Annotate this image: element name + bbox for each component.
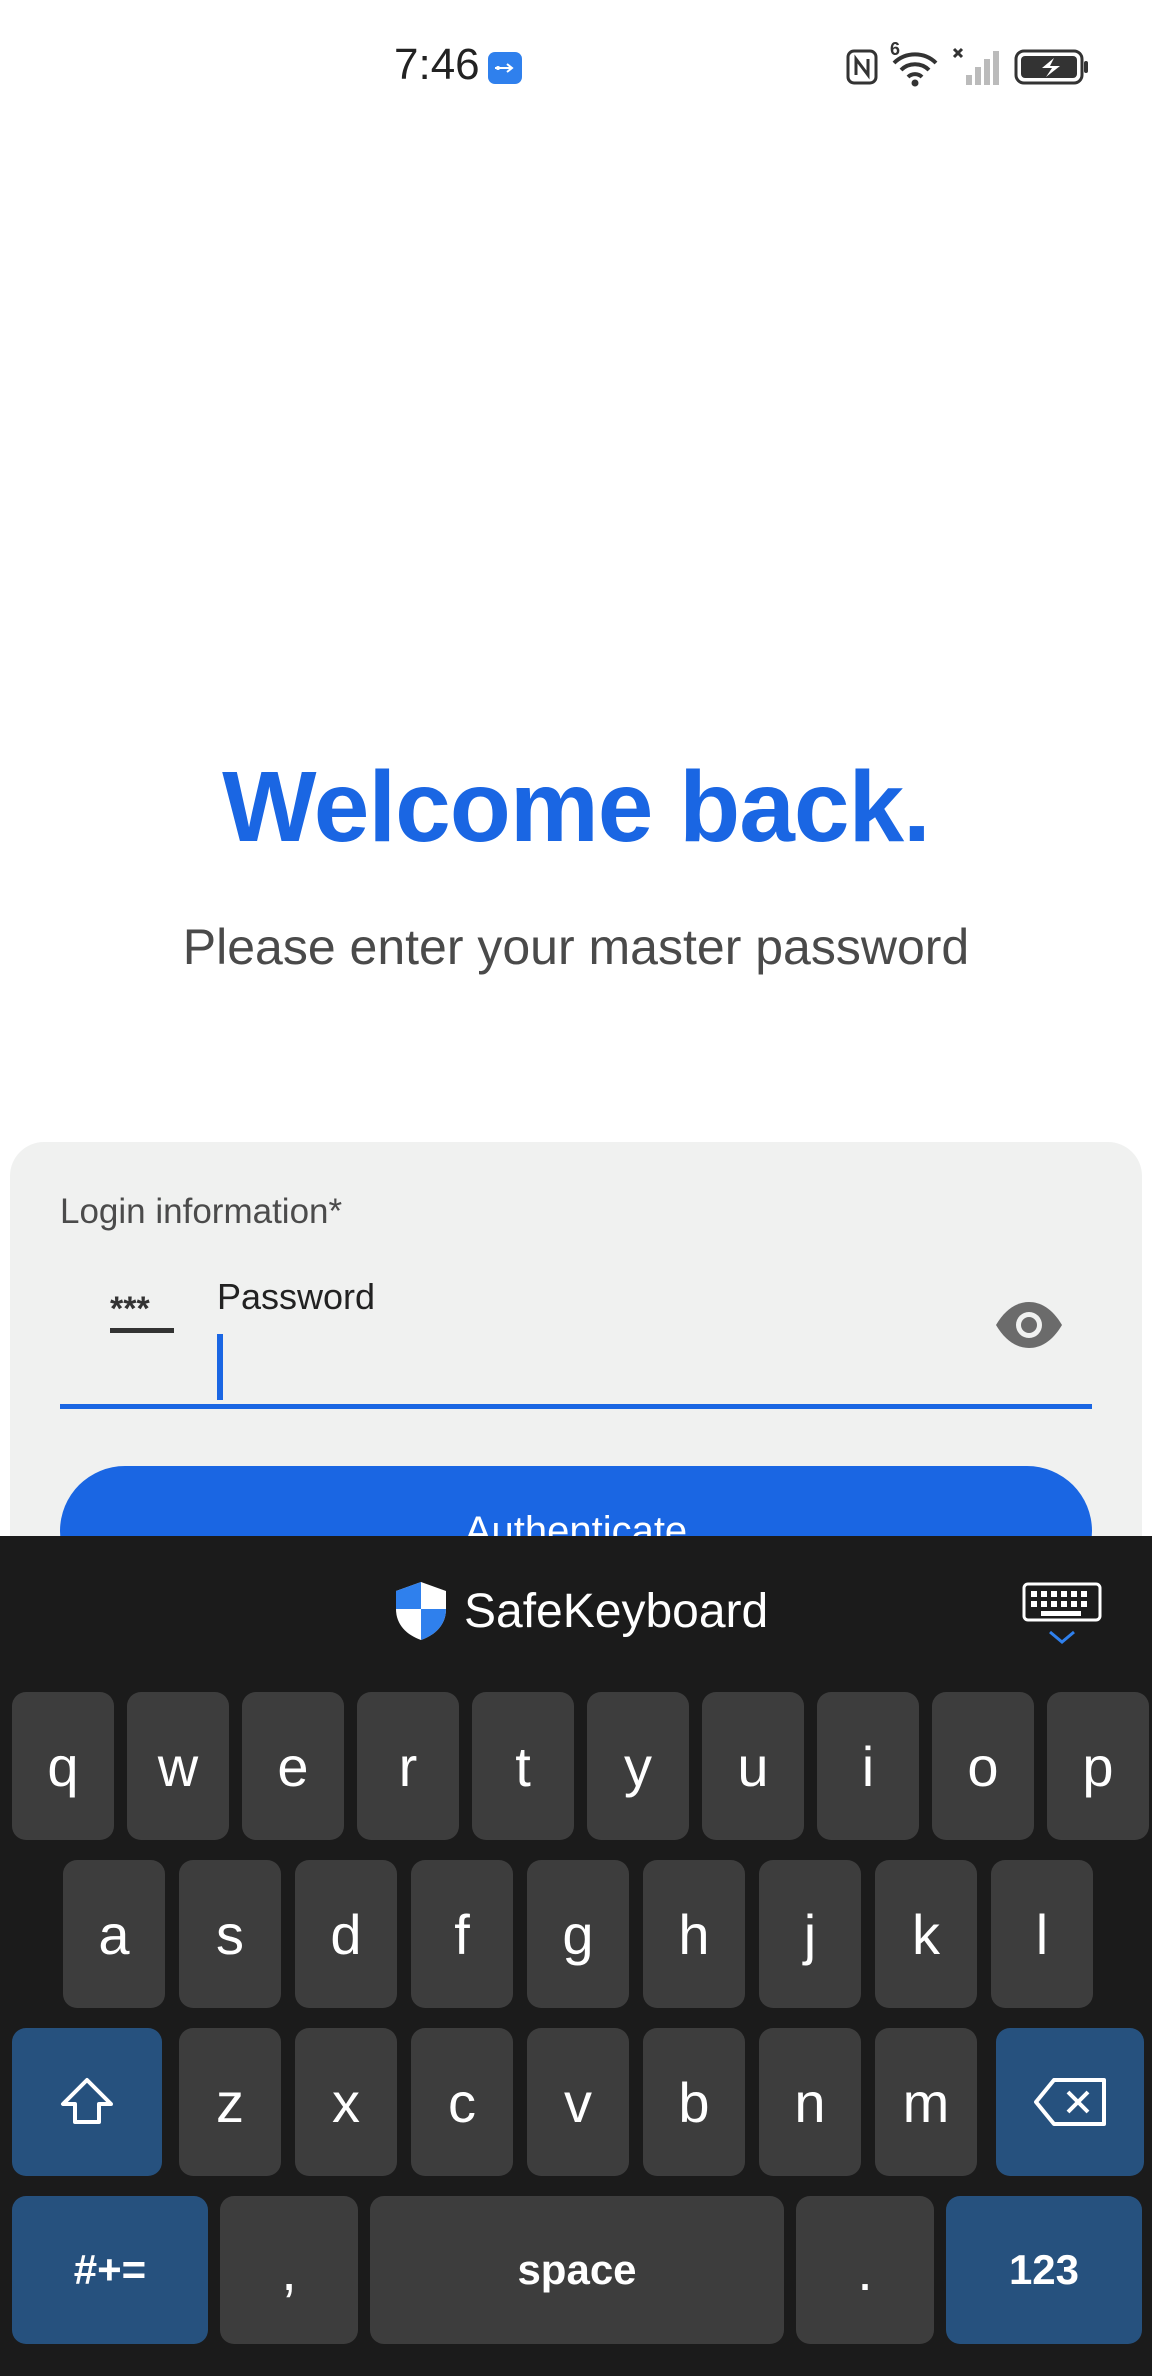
key-a[interactable]: a bbox=[63, 1860, 165, 2008]
wifi-icon: 6 bbox=[890, 39, 940, 87]
key-l[interactable]: l bbox=[991, 1860, 1093, 2008]
login-information-label: Login information* bbox=[60, 1192, 343, 1231]
status-bar: 7:46 6 bbox=[0, 0, 1152, 135]
symbols-key[interactable]: #+= bbox=[12, 2196, 208, 2344]
key-r[interactable]: r bbox=[357, 1692, 459, 1840]
backspace-icon bbox=[1034, 2078, 1106, 2126]
usb-icon bbox=[488, 52, 522, 84]
key-m[interactable]: m bbox=[875, 2028, 977, 2176]
key-d[interactable]: d bbox=[295, 1860, 397, 2008]
keyboard-header: SafeKeyboard bbox=[0, 1536, 1152, 1686]
key-y[interactable]: y bbox=[587, 1692, 689, 1840]
period-key[interactable]: . bbox=[796, 2196, 934, 2344]
keyboard-brand-name: SafeKeyboard bbox=[464, 1584, 769, 1638]
comma-key[interactable]: , bbox=[220, 2196, 358, 2344]
welcome-title: Welcome back. bbox=[222, 751, 931, 863]
key-e[interactable]: e bbox=[242, 1692, 344, 1840]
text-cursor bbox=[217, 1334, 223, 1400]
wifi-badge: 6 bbox=[890, 39, 901, 59]
key-t[interactable]: t bbox=[472, 1692, 574, 1840]
keyboard-hide-icon[interactable] bbox=[1022, 1582, 1102, 1648]
status-icons: 6 bbox=[846, 39, 1090, 90]
shield-icon bbox=[396, 1582, 446, 1640]
safe-keyboard: SafeKeyboard q w e r t y u i o p a s d f… bbox=[0, 1536, 1152, 2376]
key-z[interactable]: z bbox=[179, 2028, 281, 2176]
key-h[interactable]: h bbox=[643, 1860, 745, 2008]
key-w[interactable]: w bbox=[127, 1692, 229, 1840]
key-f[interactable]: f bbox=[411, 1860, 513, 2008]
key-p[interactable]: p bbox=[1047, 1692, 1149, 1840]
key-v[interactable]: v bbox=[527, 2028, 629, 2176]
key-u[interactable]: u bbox=[702, 1692, 804, 1840]
key-b[interactable]: b bbox=[643, 2028, 745, 2176]
password-field[interactable]: *** Password bbox=[60, 1262, 1092, 1409]
password-input[interactable] bbox=[217, 1332, 917, 1398]
password-stars-icon: *** bbox=[110, 1290, 174, 1333]
shift-arrow-icon bbox=[61, 2078, 113, 2124]
signal-icon bbox=[952, 47, 999, 85]
password-label: Password bbox=[217, 1276, 376, 1317]
key-q[interactable]: q bbox=[12, 1692, 114, 1840]
key-c[interactable]: c bbox=[411, 2028, 513, 2176]
svg-text:***: *** bbox=[110, 1290, 150, 1328]
keyboard-brand: SafeKeyboard bbox=[392, 1580, 768, 1642]
key-x[interactable]: x bbox=[295, 2028, 397, 2176]
key-n[interactable]: n bbox=[759, 2028, 861, 2176]
backspace-key[interactable] bbox=[996, 2028, 1144, 2176]
battery-charging-icon bbox=[1014, 49, 1088, 85]
space-key[interactable]: space bbox=[370, 2196, 784, 2344]
key-s[interactable]: s bbox=[179, 1860, 281, 2008]
numbers-key[interactable]: 123 bbox=[946, 2196, 1142, 2344]
key-o[interactable]: o bbox=[932, 1692, 1034, 1840]
key-g[interactable]: g bbox=[527, 1860, 629, 2008]
key-k[interactable]: k bbox=[875, 1860, 977, 2008]
nfc-icon bbox=[846, 49, 878, 85]
key-j[interactable]: j bbox=[759, 1860, 861, 2008]
key-i[interactable]: i bbox=[817, 1692, 919, 1840]
subtitle: Please enter your master password bbox=[182, 919, 970, 975]
eye-icon[interactable] bbox=[994, 1300, 1064, 1350]
shift-key[interactable] bbox=[12, 2028, 162, 2176]
status-time: 7:46 bbox=[394, 40, 480, 89]
